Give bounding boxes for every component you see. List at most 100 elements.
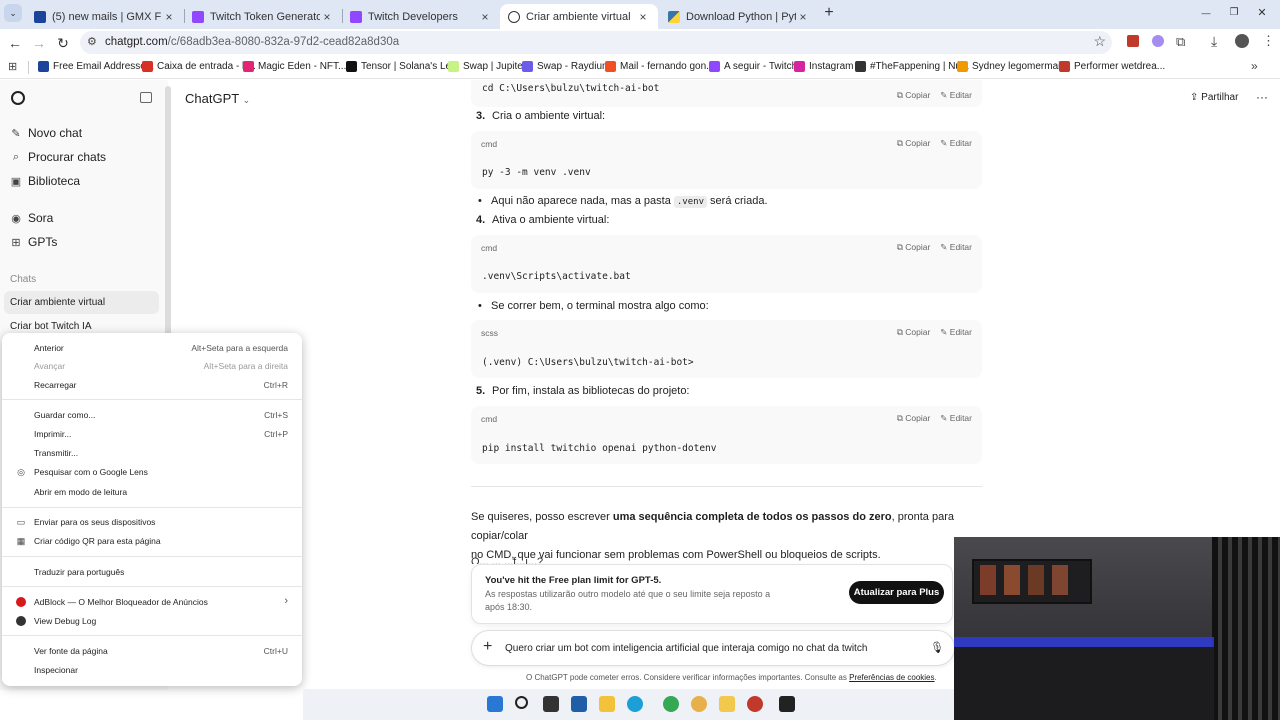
tab-criar-ambiente[interactable]: Criar ambiente virtual × — [500, 4, 658, 29]
sidebar-chat-item[interactable]: Criar ambiente virtual — [10, 297, 105, 308]
new-tab-button[interactable]: + — [819, 3, 839, 23]
extension-icon[interactable] — [1127, 35, 1139, 47]
menu-item-translate[interactable]: Traduzir para português — [34, 567, 124, 577]
restore-button[interactable]: ❐ — [1224, 3, 1244, 23]
address-bar[interactable]: ⚙ chatgpt.com/c/68adb3ea-8080-832a-97d2-… — [80, 31, 1112, 54]
copy-button[interactable]: ⧉ Copiar — [897, 327, 930, 338]
edit-button[interactable]: ✎ Editar — [940, 138, 972, 149]
add-attachment-icon[interactable]: + — [483, 638, 492, 656]
menu-item-adblock[interactable]: AdBlock — O Melhor Bloqueador de Anúncio… — [34, 597, 208, 607]
bookmark-item[interactable]: Magic Eden - NFT... — [243, 61, 346, 72]
menu-item-reading-mode[interactable]: Abrir em modo de leitura — [34, 487, 127, 497]
bookmark-item[interactable]: A seguir - Twitch — [709, 61, 797, 72]
menu-icon[interactable]: ⋮ — [1262, 33, 1275, 49]
search-icon[interactable] — [515, 696, 528, 709]
copy-button[interactable]: ⧉ Copiar — [897, 242, 930, 253]
edit-button[interactable]: ✎ Editar — [940, 327, 972, 338]
bookmark-item[interactable]: Swap | Jupiter — [448, 61, 526, 72]
tab-twitch-token[interactable]: Twitch Token Generator by swif × — [184, 4, 342, 29]
message-composer[interactable]: + Quero criar um bot com inteligencia ar… — [471, 630, 955, 666]
menu-item-cast[interactable]: Transmitir... — [34, 448, 78, 458]
menu-item-reload[interactable]: Recarregar — [34, 380, 77, 390]
menu-item-back[interactable]: Anterior — [34, 343, 64, 353]
app-icon[interactable] — [571, 696, 587, 712]
bookmark-item[interactable]: Performer wetdrea... — [1059, 61, 1165, 72]
sidebar-item-biblioteca[interactable]: ▣ Biblioteca — [10, 174, 80, 188]
bookmark-item[interactable]: #TheFappening | Nu... — [855, 61, 969, 72]
close-icon[interactable]: × — [478, 10, 492, 24]
openai-logo-icon[interactable] — [11, 91, 25, 105]
app-icon[interactable] — [747, 696, 763, 712]
extensions-puzzle-icon[interactable]: ⧉ — [1176, 34, 1185, 50]
copy-button[interactable]: ⧉ Copiar — [897, 90, 930, 101]
close-icon[interactable]: × — [796, 10, 810, 24]
edit-button[interactable]: ✎ Editar — [940, 242, 972, 253]
forward-button[interactable]: → — [29, 33, 49, 53]
apps-icon[interactable]: ⊞ — [8, 60, 17, 73]
menu-item-send-devices[interactable]: Enviar para os seus dispositivos — [34, 517, 155, 527]
sidebar-item-gpts[interactable]: ⊞ GPTs — [10, 235, 57, 249]
tab-twitch-developers[interactable]: Twitch Developers × — [342, 4, 500, 29]
menu-item-view-source[interactable]: Ver fonte da página — [34, 646, 108, 656]
sidebar-scrollbar[interactable] — [165, 86, 171, 336]
url-path: /c/68adb3ea-8080-832a-97d2-cead82a8d30a — [167, 36, 400, 48]
copy-button[interactable]: ⧉ Copiar — [897, 138, 930, 149]
model-selector[interactable]: ChatGPT ⌄ — [185, 91, 250, 106]
more-options-icon[interactable]: ··· — [1256, 90, 1268, 104]
close-icon[interactable]: × — [320, 10, 334, 24]
close-icon[interactable]: × — [636, 10, 650, 24]
menu-item-google-lens[interactable]: Pesquisar com o Google Lens — [34, 467, 148, 477]
tab-gmx[interactable]: (5) new mails | GMX FreeMail × — [26, 4, 184, 29]
close-icon[interactable]: × — [162, 10, 176, 24]
toolbar: ← → ↻ ⚙ chatgpt.com/c/68adb3ea-8080-832a… — [0, 29, 1280, 56]
bookmark-item[interactable]: Instagram — [794, 61, 853, 72]
bookmark-item[interactable]: Free Email Addresse... — [38, 61, 154, 72]
download-icon[interactable]: ⤓ — [1211, 33, 1217, 50]
sidebar-toggle-icon[interactable] — [140, 92, 152, 103]
app-icon[interactable] — [691, 696, 707, 712]
file-explorer-icon[interactable] — [599, 696, 615, 712]
reload-button[interactable]: ↻ — [53, 33, 73, 53]
chrome-icon[interactable] — [663, 696, 679, 712]
menu-item-save-as[interactable]: Guardar como... — [34, 410, 95, 420]
sidebar-item-procurar[interactable]: ⌕ Procurar chats — [10, 150, 106, 164]
microphone-icon[interactable]: 🎙 — [930, 641, 944, 654]
task-view-icon[interactable] — [543, 696, 559, 712]
edge-icon[interactable] — [627, 696, 643, 712]
upgrade-plus-button[interactable]: Atualizar para Plus — [849, 581, 944, 604]
site-info-icon[interactable]: ⚙ — [87, 35, 97, 48]
back-button[interactable]: ← — [5, 33, 25, 53]
menu-item-inspect[interactable]: Inspecionar — [34, 665, 78, 675]
menu-item-debug-log[interactable]: View Debug Log — [34, 616, 96, 626]
bookmark-item[interactable]: Swap - Raydium — [522, 61, 610, 72]
edit-button[interactable]: ✎ Editar — [940, 413, 972, 424]
bookmark-icon — [855, 61, 866, 72]
twitch-icon — [350, 10, 362, 23]
message-input[interactable]: Quero criar um bot com inteligencia arti… — [505, 643, 867, 654]
sidebar-item-sora[interactable]: ◉ Sora — [10, 211, 53, 225]
profile-avatar[interactable] — [1235, 34, 1249, 48]
bookmark-star-icon[interactable]: ☆ — [1093, 33, 1106, 50]
menu-item-forward[interactable]: Avançar — [34, 361, 65, 371]
close-window-button[interactable]: ✕ — [1252, 3, 1272, 23]
notes-icon[interactable] — [719, 696, 735, 712]
windows-start-icon[interactable] — [487, 696, 503, 712]
cookie-preferences-link[interactable]: Preferências de cookies — [849, 673, 934, 682]
bookmark-item[interactable]: Caixa de entrada - b... — [142, 61, 256, 72]
tab-python[interactable]: Download Python | Python.org × — [660, 4, 818, 29]
menu-item-qr-code[interactable]: Criar código QR para esta página — [34, 536, 161, 546]
bookmark-item[interactable]: Tensor | Solana's Le... — [346, 61, 459, 72]
menu-item-print[interactable]: Imprimir... — [34, 429, 71, 439]
extension-icon[interactable] — [1152, 35, 1164, 47]
more-bookmarks-icon[interactable]: » — [1251, 59, 1258, 73]
minimize-button[interactable]: — — [1196, 3, 1216, 23]
copy-button[interactable]: ⧉ Copiar — [897, 413, 930, 424]
sidebar-chat-item[interactable]: Criar bot Twitch IA — [10, 321, 92, 332]
terminal-icon[interactable] — [779, 696, 795, 712]
share-button[interactable]: ⇪ Partilhar — [1190, 92, 1238, 103]
tab-search-button[interactable]: ⌄ — [4, 4, 22, 22]
bookmark-item[interactable]: Sydney legomermai... — [957, 61, 1069, 72]
edit-button[interactable]: ✎ Editar — [940, 90, 972, 101]
bookmark-item[interactable]: Mail - fernando gon... — [605, 61, 715, 72]
sidebar-item-novo-chat[interactable]: ✎ Novo chat — [10, 126, 82, 140]
